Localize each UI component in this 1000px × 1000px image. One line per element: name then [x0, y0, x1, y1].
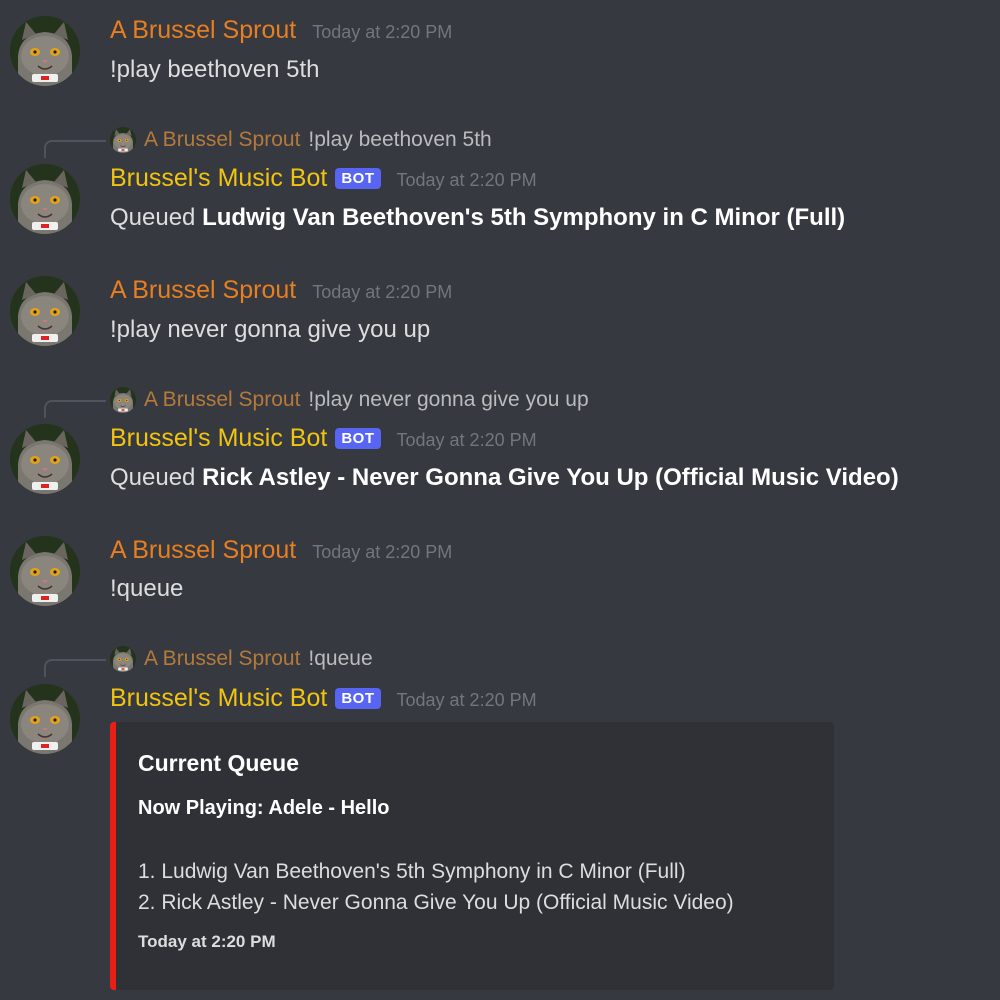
embed-title: Current Queue [138, 750, 300, 776]
username[interactable]: A Brussel Sprout [110, 536, 296, 565]
reply-text: !play beethoven 5th [308, 128, 492, 151]
reply-text: !play never gonna give you up [308, 388, 589, 411]
cat-avatar-icon [110, 646, 136, 672]
cat-avatar-icon [10, 16, 80, 86]
cat-avatar-icon [10, 424, 80, 494]
username[interactable]: Brussel's Music Bot [110, 164, 327, 193]
avatar[interactable] [10, 164, 80, 234]
reply-author: A Brussel Sprout [144, 647, 301, 670]
avatar[interactable] [10, 684, 80, 754]
username[interactable]: Brussel's Music Bot [110, 684, 327, 713]
queue-item: 2. Rick Astley - Never Gonna Give You Up… [138, 891, 734, 914]
chat-log: A Brussel Sprout Today at 2:20 PM !play … [0, 0, 1000, 1000]
cat-avatar-icon [110, 387, 136, 413]
bot-badge: BOT [335, 168, 381, 189]
reply-spine [44, 659, 106, 677]
username[interactable]: A Brussel Sprout [110, 16, 296, 45]
avatar[interactable] [10, 536, 80, 606]
cat-avatar-icon [10, 684, 80, 754]
reply-reference[interactable]: A Brussel Sprout !queue [110, 645, 373, 673]
reply-text: !queue [308, 647, 373, 670]
reply-author: A Brussel Sprout [144, 128, 301, 151]
message-content: !play beethoven 5th [110, 56, 320, 83]
bot-badge: BOT [335, 688, 381, 709]
reply-avatar [110, 646, 136, 672]
avatar[interactable] [10, 424, 80, 494]
timestamp: Today at 2:20 PM [396, 170, 537, 190]
reply-avatar [110, 127, 136, 153]
cat-avatar-icon [10, 164, 80, 234]
queue-item: 1. Ludwig Van Beethoven's 5th Symphony i… [138, 860, 686, 883]
message-content: !queue [110, 575, 184, 602]
now-playing: Now Playing: Adele - Hello [138, 797, 390, 819]
bot-badge: BOT [335, 428, 381, 449]
cat-avatar-icon [110, 127, 136, 153]
avatar[interactable] [10, 276, 80, 346]
username[interactable]: Brussel's Music Bot [110, 424, 327, 453]
reply-spine [44, 400, 106, 418]
message-content: !play never gonna give you up [110, 316, 431, 343]
message-content: Queued Ludwig Van Beethoven's 5th Sympho… [110, 204, 845, 232]
queue-embed: Current Queue Now Playing: Adele - Hello… [110, 722, 834, 990]
reply-avatar [110, 387, 136, 413]
timestamp: Today at 2:20 PM [396, 430, 537, 450]
avatar[interactable] [10, 16, 80, 86]
username[interactable]: A Brussel Sprout [110, 276, 296, 305]
queued-song: Rick Astley - Never Gonna Give You Up (O… [202, 464, 899, 491]
message-content: Queued Rick Astley - Never Gonna Give Yo… [110, 464, 899, 492]
timestamp: Today at 2:20 PM [396, 690, 537, 710]
timestamp: Today at 2:20 PM [312, 282, 453, 302]
reply-reference[interactable]: A Brussel Sprout !play never gonna give … [110, 386, 589, 414]
cat-avatar-icon [10, 536, 80, 606]
reply-spine [44, 140, 106, 158]
reply-author: A Brussel Sprout [144, 388, 301, 411]
queued-prefix: Queued [110, 204, 196, 231]
timestamp: Today at 2:20 PM [312, 22, 453, 42]
cat-avatar-icon [10, 276, 80, 346]
queued-prefix: Queued [110, 464, 196, 491]
queued-song: Ludwig Van Beethoven's 5th Symphony in C… [202, 204, 846, 231]
reply-reference[interactable]: A Brussel Sprout !play beethoven 5th [110, 126, 492, 154]
embed-footer-timestamp: Today at 2:20 PM [138, 932, 276, 951]
timestamp: Today at 2:20 PM [312, 542, 453, 562]
